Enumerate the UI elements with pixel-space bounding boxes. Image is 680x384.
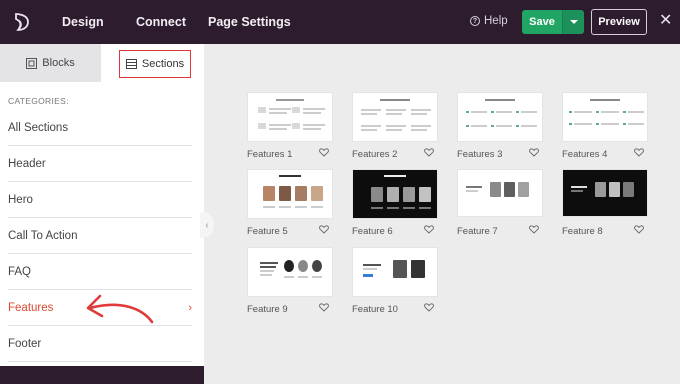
help-icon: ? xyxy=(470,16,480,26)
heart-icon[interactable] xyxy=(424,225,434,234)
help-label: Help xyxy=(484,15,508,27)
section-card[interactable]: Features 4 xyxy=(562,92,648,160)
save-button[interactable]: Save xyxy=(522,10,562,34)
section-thumbnail[interactable] xyxy=(247,169,333,219)
category-label: Features xyxy=(8,301,54,314)
section-card[interactable]: Features 1 xyxy=(247,92,333,160)
heart-icon[interactable] xyxy=(634,225,644,234)
category-footer[interactable]: Footer xyxy=(8,326,192,362)
section-card[interactable]: Feature 8 xyxy=(562,169,648,237)
heart-icon[interactable] xyxy=(424,303,434,312)
chevron-left-icon: ‹ xyxy=(205,219,209,231)
category-header[interactable]: Header xyxy=(8,146,192,182)
category-label: Header xyxy=(8,157,46,170)
heart-icon[interactable] xyxy=(529,225,539,234)
collapse-sidebar-handle[interactable]: ‹ xyxy=(200,212,214,238)
section-card[interactable]: Feature 7 xyxy=(457,169,543,237)
close-icon[interactable]: ✕ xyxy=(659,13,672,29)
nav-page-settings[interactable]: Page Settings xyxy=(208,15,291,29)
top-bar: Design Connect Page Settings ? Help Save… xyxy=(0,0,680,44)
preview-button[interactable]: Preview xyxy=(591,9,647,35)
heart-icon[interactable] xyxy=(634,148,644,157)
section-card[interactable]: Feature 5 xyxy=(247,169,333,237)
section-card-title: Feature 8 xyxy=(562,226,603,237)
help-link[interactable]: ? Help xyxy=(470,15,508,27)
sidebar-footer-bar xyxy=(0,366,204,384)
category-label: Footer xyxy=(8,337,42,350)
category-hero[interactable]: Hero xyxy=(8,182,192,218)
section-thumbnail[interactable] xyxy=(247,247,333,297)
section-card-title: Features 2 xyxy=(352,149,398,160)
tab-blocks-label: Blocks xyxy=(42,57,75,69)
caret-down-icon xyxy=(569,20,578,24)
category-faq[interactable]: FAQ xyxy=(8,254,192,290)
section-card-title: Feature 5 xyxy=(247,226,288,237)
section-card-title: Feature 10 xyxy=(352,304,398,315)
chevron-right-icon: › xyxy=(188,302,192,314)
section-thumbnail[interactable] xyxy=(562,92,648,142)
tab-sections-label: Sections xyxy=(141,58,185,70)
section-thumbnail[interactable] xyxy=(457,92,543,142)
section-card[interactable]: Feature 6 xyxy=(352,169,438,237)
sidebar: Blocks Sections CATEGORIES: All Sections… xyxy=(0,44,204,384)
seedprod-logo-icon[interactable] xyxy=(0,0,44,44)
section-card-title: Feature 7 xyxy=(457,226,498,237)
section-card-title: Features 3 xyxy=(457,149,503,160)
nav-connect[interactable]: Connect xyxy=(136,15,186,29)
section-card[interactable]: Feature 9 xyxy=(247,247,333,315)
section-card-title: Feature 6 xyxy=(352,226,393,237)
save-dropdown-button[interactable] xyxy=(562,10,584,34)
category-label: All Sections xyxy=(8,121,69,134)
categories-heading: CATEGORIES: xyxy=(8,96,69,106)
heart-icon[interactable] xyxy=(319,303,329,312)
section-thumbnail[interactable] xyxy=(352,92,438,142)
section-card-title: Features 4 xyxy=(562,149,608,160)
tab-sections[interactable]: Sections xyxy=(119,50,191,78)
section-card[interactable]: Features 3 xyxy=(457,92,543,160)
blocks-icon xyxy=(26,57,38,69)
heart-icon[interactable] xyxy=(424,148,434,157)
heart-icon[interactable] xyxy=(529,148,539,157)
section-thumbnail[interactable] xyxy=(352,247,438,297)
section-card-title: Features 1 xyxy=(247,149,293,160)
tab-blocks[interactable]: Blocks xyxy=(0,44,101,82)
section-card[interactable]: Features 2 xyxy=(352,92,438,160)
heart-icon[interactable] xyxy=(319,225,329,234)
sidebar-tabs: Blocks Sections xyxy=(0,44,204,82)
category-label: Hero xyxy=(8,193,33,206)
category-label: FAQ xyxy=(8,265,32,278)
save-button-group: Save xyxy=(522,10,584,34)
annotation-arrow-icon xyxy=(86,294,154,324)
category-all-sections[interactable]: All Sections xyxy=(8,110,192,146)
nav-design[interactable]: Design xyxy=(62,15,104,29)
category-call-to-action[interactable]: Call To Action xyxy=(8,218,192,254)
section-card[interactable]: Feature 10 xyxy=(352,247,438,315)
sections-icon xyxy=(125,59,137,69)
section-thumbnail[interactable] xyxy=(247,92,333,142)
heart-icon[interactable] xyxy=(319,148,329,157)
category-label: Call To Action xyxy=(8,229,78,242)
section-thumbnail[interactable] xyxy=(562,169,648,217)
section-thumbnail[interactable] xyxy=(352,169,438,219)
section-thumbnail[interactable] xyxy=(457,169,543,217)
section-card-title: Feature 9 xyxy=(247,304,288,315)
